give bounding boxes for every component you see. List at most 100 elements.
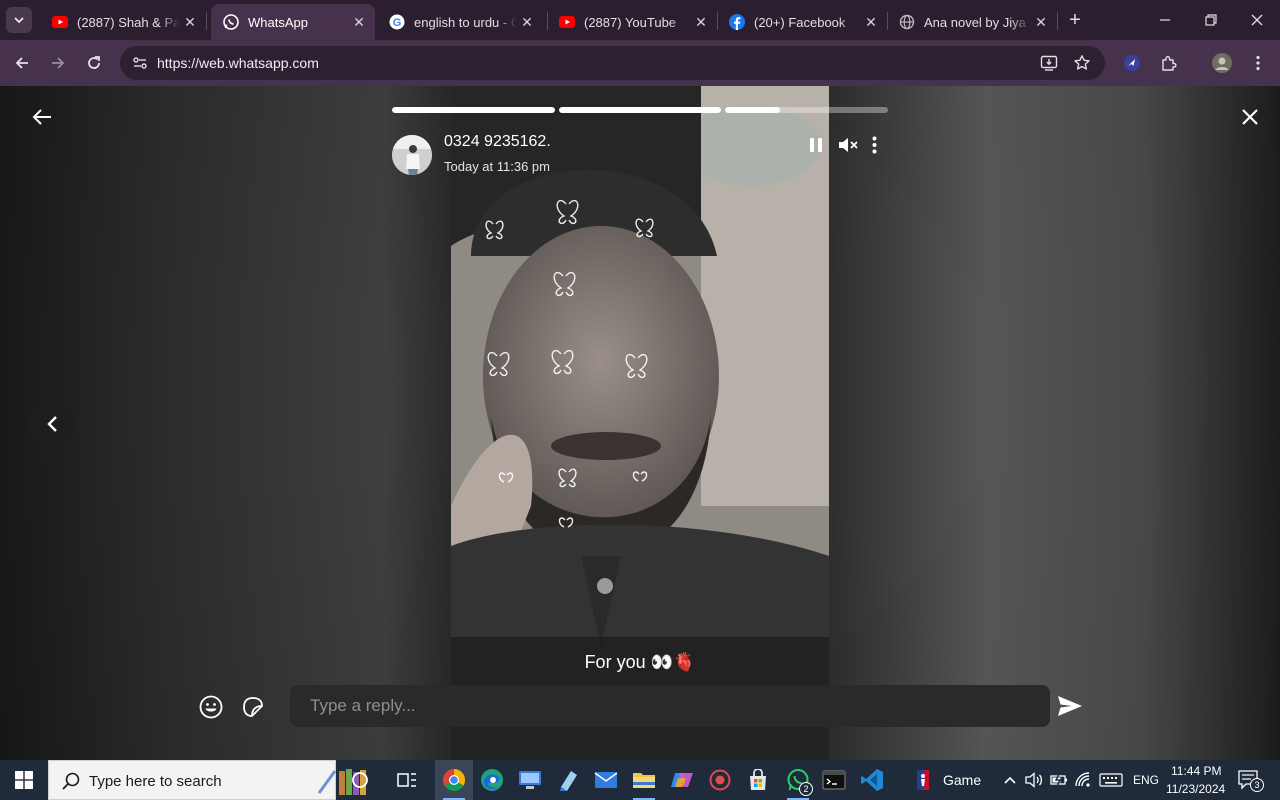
search-icon bbox=[62, 772, 80, 790]
send-reply-button[interactable] bbox=[1054, 691, 1086, 721]
install-app-icon[interactable] bbox=[1037, 51, 1061, 75]
site-info-icon[interactable] bbox=[128, 51, 152, 75]
profile-avatar[interactable] bbox=[1208, 49, 1236, 77]
close-tab-icon[interactable]: ✕ bbox=[517, 12, 537, 32]
restore-button[interactable] bbox=[1188, 0, 1234, 40]
close-tab-icon[interactable]: ✕ bbox=[691, 12, 711, 32]
browser-menu-button[interactable] bbox=[1244, 49, 1272, 77]
volume-icon[interactable] bbox=[1024, 770, 1044, 790]
battery-charging-icon[interactable] bbox=[1049, 770, 1069, 790]
url-text[interactable]: https://web.whatsapp.com bbox=[157, 55, 319, 71]
reload-button[interactable] bbox=[80, 49, 108, 77]
remote-desktop-icon bbox=[519, 771, 541, 789]
clock-date[interactable]: 11/23/2024 bbox=[1166, 782, 1225, 796]
taskbar-copilot[interactable] bbox=[663, 760, 701, 800]
input-language-indicator[interactable]: ENG bbox=[1133, 773, 1159, 787]
contact-name[interactable]: 0324 9235162. bbox=[444, 133, 551, 151]
taskbar-notepad[interactable] bbox=[549, 760, 587, 800]
forward-button[interactable] bbox=[44, 49, 72, 77]
notification-count-badge: 3 bbox=[1250, 778, 1264, 792]
taskbar-remote-desktop[interactable] bbox=[511, 760, 549, 800]
chevron-down-icon bbox=[14, 17, 24, 24]
globe-icon bbox=[899, 14, 915, 30]
taskbar-search-box[interactable]: Type here to search bbox=[48, 760, 366, 800]
tab-whatsapp[interactable]: WhatsApp ✕ bbox=[211, 4, 375, 40]
whatsapp-unread-badge: 2 bbox=[799, 782, 813, 796]
chevron-left-icon bbox=[47, 416, 57, 432]
back-button[interactable] bbox=[8, 49, 36, 77]
browser-tabstrip: (2887) Shah & Pathan ✕ WhatsApp ✕ G engl… bbox=[0, 0, 1280, 40]
taskbar-vscode[interactable] bbox=[853, 760, 891, 800]
close-tab-icon[interactable]: ✕ bbox=[861, 12, 881, 32]
unmute-button[interactable] bbox=[835, 133, 861, 157]
taskbar-whatsapp[interactable]: 2 bbox=[779, 760, 817, 800]
tab-youtube[interactable]: (2887) YouTube ✕ bbox=[547, 4, 717, 40]
tab-ana-novel[interactable]: Ana novel by Jiya Abbasi ✕ bbox=[887, 4, 1057, 40]
close-tab-icon[interactable]: ✕ bbox=[180, 12, 200, 32]
show-hidden-icons-chevron-up-icon[interactable] bbox=[1000, 770, 1020, 790]
taskbar-screen-recorder[interactable] bbox=[701, 760, 739, 800]
tab-title: WhatsApp bbox=[248, 14, 308, 30]
close-window-button[interactable] bbox=[1234, 0, 1280, 40]
minimize-icon bbox=[1160, 19, 1170, 21]
taskbar-chrome[interactable] bbox=[435, 760, 473, 800]
close-tab-icon[interactable]: ✕ bbox=[1031, 12, 1051, 32]
game-widget-label[interactable]: Game bbox=[943, 772, 981, 788]
minimize-button[interactable] bbox=[1142, 0, 1188, 40]
youtube-icon bbox=[559, 14, 575, 30]
action-center-button[interactable]: 3 bbox=[1236, 770, 1264, 792]
tab-title: (2887) YouTube bbox=[584, 14, 677, 30]
tab-google-search[interactable]: G english to urdu - Google Search ✕ bbox=[377, 4, 543, 40]
task-view-icon bbox=[397, 773, 416, 787]
address-bar[interactable]: https://web.whatsapp.com bbox=[120, 46, 1105, 80]
chrome-icon bbox=[443, 769, 465, 791]
nba-widget-icon[interactable] bbox=[912, 770, 934, 790]
file-explorer-icon bbox=[633, 773, 655, 788]
reply-box[interactable] bbox=[290, 685, 1050, 727]
google-icon: G bbox=[389, 14, 405, 30]
back-to-status-list-button[interactable] bbox=[28, 104, 56, 130]
pause-button[interactable] bbox=[804, 133, 828, 157]
taskbar-file-explorer[interactable] bbox=[625, 760, 663, 800]
extensions-puzzle-icon[interactable] bbox=[1155, 49, 1183, 77]
speaker-muted-icon bbox=[839, 138, 858, 152]
sticker-button[interactable] bbox=[239, 693, 267, 721]
status-viewer: For you 👀🫀 0324 9235162. Today at 11:36 … bbox=[0, 86, 1280, 760]
restore-icon bbox=[1205, 14, 1217, 26]
cortana-button[interactable] bbox=[341, 760, 379, 800]
close-icon bbox=[1251, 14, 1263, 26]
tab-title: (20+) Facebook bbox=[754, 14, 846, 30]
terminal-icon bbox=[822, 770, 846, 790]
start-button[interactable] bbox=[0, 760, 48, 800]
taskbar-mail[interactable] bbox=[587, 760, 625, 800]
status-timestamp: Today at 11:36 pm bbox=[444, 159, 550, 174]
send-icon bbox=[1058, 696, 1082, 716]
tab-title: Ana novel by Jiya Abbasi bbox=[924, 14, 1031, 30]
tab-facebook[interactable]: (20+) Facebook ✕ bbox=[717, 4, 887, 40]
taskbar-edge[interactable] bbox=[473, 760, 511, 800]
new-tab-button[interactable]: + bbox=[1064, 9, 1086, 31]
touch-keyboard-icon[interactable] bbox=[1098, 770, 1124, 790]
bookmark-star-icon[interactable] bbox=[1070, 51, 1094, 75]
status-caption: For you 👀🫀 bbox=[584, 652, 696, 672]
status-progress-segment-1 bbox=[392, 107, 555, 113]
tab-youtube-shah-pathan[interactable]: (2887) Shah & Pathan ✕ bbox=[40, 4, 206, 40]
clock-time[interactable]: 11:44 PM bbox=[1171, 764, 1221, 778]
taskbar-terminal[interactable] bbox=[815, 760, 853, 800]
tab-search-button[interactable] bbox=[6, 7, 32, 33]
arrow-left-icon bbox=[15, 57, 28, 69]
task-view-button[interactable] bbox=[388, 760, 426, 800]
reply-input[interactable] bbox=[310, 685, 1030, 727]
previous-status-button[interactable] bbox=[30, 402, 74, 446]
progress-fill bbox=[725, 107, 781, 113]
emoji-button[interactable] bbox=[197, 693, 225, 721]
network-wifi-icon[interactable] bbox=[1074, 770, 1094, 790]
record-icon bbox=[709, 769, 731, 791]
contact-avatar[interactable] bbox=[392, 135, 432, 175]
status-menu-button[interactable] bbox=[866, 133, 882, 157]
extension-proxy-icon[interactable] bbox=[1118, 49, 1146, 77]
close-tab-icon[interactable]: ✕ bbox=[349, 12, 369, 32]
tab-separator bbox=[206, 12, 207, 30]
taskbar-store[interactable] bbox=[739, 760, 777, 800]
close-status-viewer-button[interactable] bbox=[1238, 105, 1262, 129]
